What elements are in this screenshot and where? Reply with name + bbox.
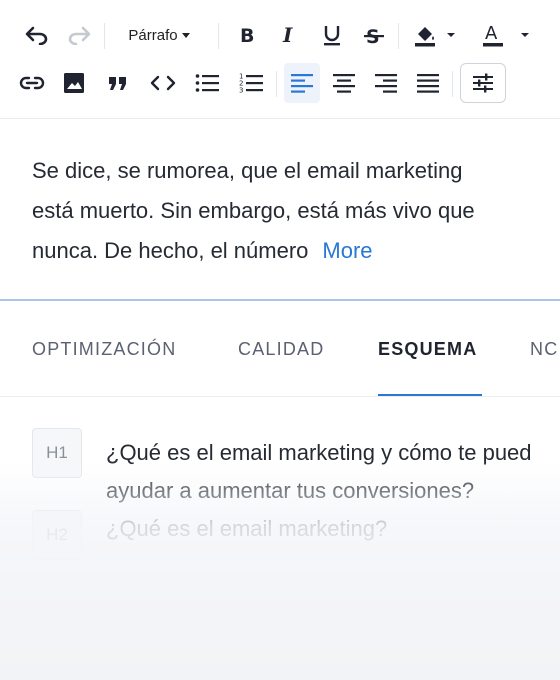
settings-button[interactable] bbox=[460, 63, 506, 103]
active-tab-indicator bbox=[378, 394, 482, 396]
outline-list: H1 ¿Qué es el email marketing y cómo te … bbox=[0, 398, 560, 680]
align-right-button[interactable] bbox=[368, 63, 404, 103]
numbered-list-button[interactable]: 123 bbox=[233, 63, 269, 103]
toolbar-row-insert: 123 bbox=[0, 63, 560, 103]
toolbar-row-formatting: Párrafo B I S A bbox=[0, 15, 560, 55]
editor-content[interactable]: Se dice, se rumorea, que el email market… bbox=[0, 119, 560, 300]
heading-level-badge: H1 bbox=[32, 428, 82, 478]
align-left-button[interactable] bbox=[284, 63, 320, 103]
editor-line: Se dice, se rumorea, que el email market… bbox=[32, 158, 463, 183]
align-center-icon bbox=[333, 74, 355, 93]
link-icon bbox=[19, 76, 45, 90]
image-button[interactable] bbox=[56, 63, 92, 103]
align-right-icon bbox=[375, 74, 397, 93]
code-icon bbox=[150, 75, 176, 91]
tab-partial[interactable]: NC bbox=[530, 301, 558, 396]
settings-sliders-icon bbox=[473, 73, 493, 93]
outline-item-text: ¿Qué es el email marketing y cómo te pue… bbox=[106, 434, 560, 510]
analysis-tabs: OPTIMIZACIÓN CALIDAD ESQUEMA NC bbox=[0, 301, 560, 397]
link-button[interactable] bbox=[14, 63, 50, 103]
redo-button[interactable] bbox=[61, 15, 97, 55]
paragraph-style-label: Párrafo bbox=[128, 26, 178, 44]
quote-icon bbox=[109, 77, 126, 90]
image-icon bbox=[64, 73, 84, 93]
text-color-icon: A bbox=[483, 23, 529, 47]
svg-text:3: 3 bbox=[239, 87, 243, 95]
undo-icon bbox=[25, 26, 48, 45]
numbered-list-icon: 123 bbox=[239, 73, 263, 95]
strikethrough-icon: S bbox=[364, 26, 384, 46]
quote-button[interactable] bbox=[100, 63, 136, 103]
paragraph-style-select[interactable]: Párrafo bbox=[116, 15, 202, 55]
italic-button[interactable]: I bbox=[272, 15, 308, 55]
code-button[interactable] bbox=[145, 63, 181, 103]
outline-text-line: ¿Qué es el email marketing? bbox=[106, 516, 388, 541]
editor-toolbar: Párrafo B I S A 1 2 3 bbox=[0, 0, 560, 118]
editor-line: nunca. De hecho, el número More bbox=[32, 231, 540, 271]
heading-level-badge: H2 bbox=[32, 510, 82, 560]
text-color-button[interactable]: A bbox=[474, 15, 534, 55]
bullet-list-button[interactable] bbox=[189, 63, 225, 103]
align-left-icon bbox=[291, 74, 313, 93]
tab-calidad[interactable]: CALIDAD bbox=[238, 301, 324, 396]
outline-item-text: ¿Qué es el email marketing? bbox=[106, 510, 560, 548]
undo-button[interactable] bbox=[19, 15, 55, 55]
underline-button[interactable] bbox=[314, 15, 350, 55]
highlight-color-button[interactable] bbox=[406, 15, 462, 55]
highlight-color-icon bbox=[415, 27, 455, 47]
tab-optimizacion[interactable]: OPTIMIZACIÓN bbox=[32, 301, 176, 396]
outline-text-line: ¿Qué es el email marketing y cómo te pue… bbox=[106, 440, 532, 465]
bold-icon: B bbox=[240, 25, 254, 46]
svg-text:I: I bbox=[282, 24, 293, 46]
toolbar-separator bbox=[104, 23, 105, 49]
svg-text:B: B bbox=[240, 25, 254, 46]
redo-icon bbox=[68, 26, 91, 45]
toolbar-separator bbox=[452, 71, 453, 97]
bullet-list-icon bbox=[195, 74, 219, 92]
toolbar-separator bbox=[218, 23, 219, 49]
editor-line: está muerto. Sin embargo, está más vivo … bbox=[32, 198, 475, 223]
more-link[interactable]: More bbox=[322, 238, 372, 263]
caret-down-icon bbox=[181, 33, 190, 38]
toolbar-separator bbox=[276, 71, 277, 97]
align-justify-icon bbox=[417, 74, 439, 93]
bold-button[interactable]: B bbox=[230, 15, 266, 55]
toolbar-separator bbox=[398, 23, 399, 49]
strikethrough-button[interactable]: S bbox=[356, 15, 392, 55]
align-center-button[interactable] bbox=[326, 63, 362, 103]
italic-icon: I bbox=[282, 24, 293, 46]
editor-line-text: nunca. De hecho, el número bbox=[32, 238, 309, 263]
underline-icon bbox=[324, 26, 340, 46]
svg-text:A: A bbox=[485, 23, 498, 44]
tab-esquema[interactable]: ESQUEMA bbox=[378, 301, 477, 396]
align-justify-button[interactable] bbox=[410, 63, 446, 103]
outline-text-line: ayudar a aumentar tus conversiones? bbox=[106, 478, 475, 503]
